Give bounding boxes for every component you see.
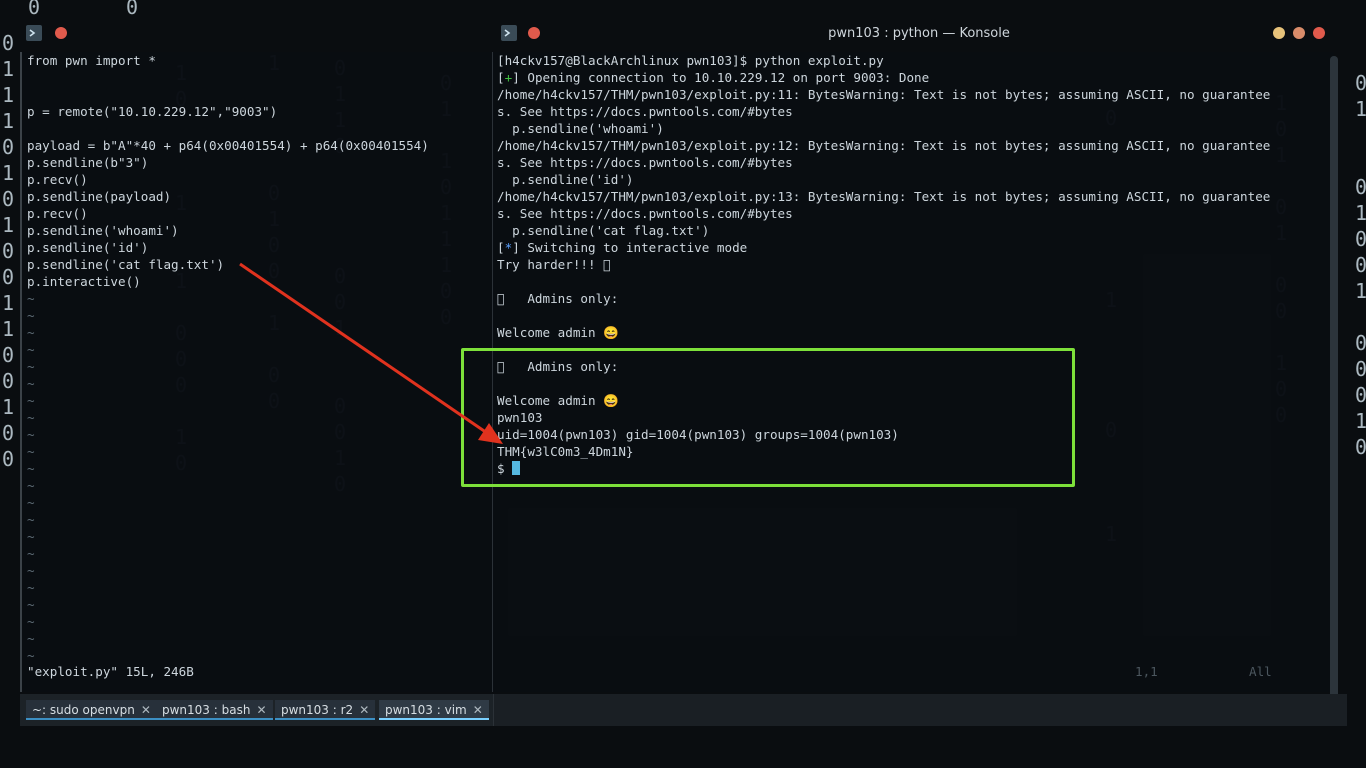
tab-label: pwn103 : bash xyxy=(162,703,251,717)
tab-sudo-openvpn[interactable]: ~: sudo openvpn ✕ xyxy=(26,700,157,720)
tab-label: pwn103 : r2 xyxy=(281,703,354,717)
tab-label: pwn103 : vim xyxy=(385,703,467,717)
tab-pwn103-r2[interactable]: pwn103 : r2 ✕ xyxy=(275,700,376,720)
close-tab-icon[interactable]: ✕ xyxy=(473,703,483,717)
close-tab-icon[interactable]: ✕ xyxy=(359,703,369,717)
konsole-tab-bar: ~: sudo openvpn ✕ pwn103 : bash ✕ pwn103 :… xyxy=(20,694,1347,726)
tab-label: ~: sudo openvpn xyxy=(32,703,135,717)
tab-bar-empty-area xyxy=(493,694,1347,726)
red-arrow-annotation xyxy=(239,262,503,444)
close-tab-icon[interactable]: ✕ xyxy=(141,703,151,717)
tab-pwn103-bash[interactable]: pwn103 : bash ✕ xyxy=(156,700,273,720)
tab-pwn103-vim[interactable]: pwn103 : vim ✕ xyxy=(379,700,489,720)
close-tab-icon[interactable]: ✕ xyxy=(256,703,266,717)
